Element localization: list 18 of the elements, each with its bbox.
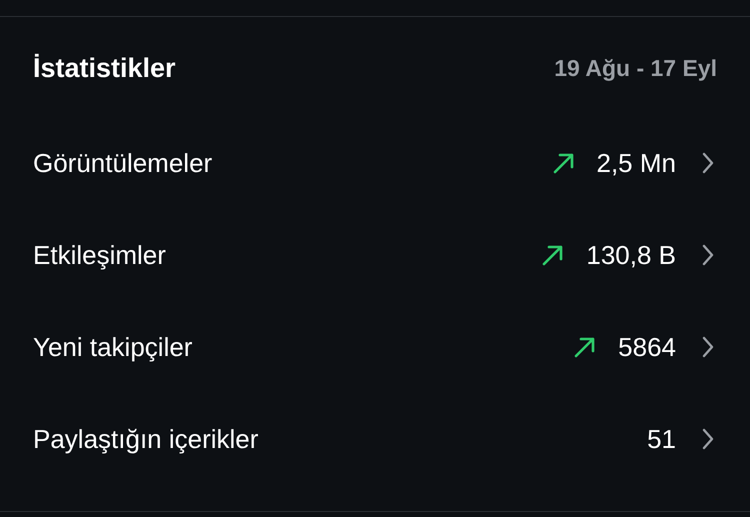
stat-label: Görüntülemeler: [33, 146, 214, 180]
stat-row[interactable]: Etkileşimler 130,8 B: [0, 209, 750, 301]
stat-row[interactable]: Paylaştığın içerikler 51: [0, 393, 750, 485]
date-range: 19 Ağu - 17 Eyl: [554, 54, 717, 83]
chevron-right-icon: [702, 336, 714, 358]
chevron-right-icon: [702, 244, 714, 266]
stat-row[interactable]: Yeni takipçiler 5864: [0, 301, 750, 393]
stat-label: Yeni takipçiler: [33, 330, 194, 364]
stat-value: 51: [647, 422, 676, 456]
stat-label: Paylaştığın içerikler: [33, 422, 260, 456]
chevron-right-icon: [702, 428, 714, 450]
stat-value: 130,8 B: [586, 238, 676, 272]
chevron-right-icon: [702, 152, 714, 174]
stat-label: Etkileşimler: [33, 238, 167, 272]
stat-value: 2,5 Mn: [596, 146, 676, 180]
section-title: İstatistikler: [33, 52, 176, 85]
stat-row[interactable]: Görüntülemeler 2,5 Mn: [0, 117, 750, 209]
stat-value: 5864: [618, 330, 676, 364]
